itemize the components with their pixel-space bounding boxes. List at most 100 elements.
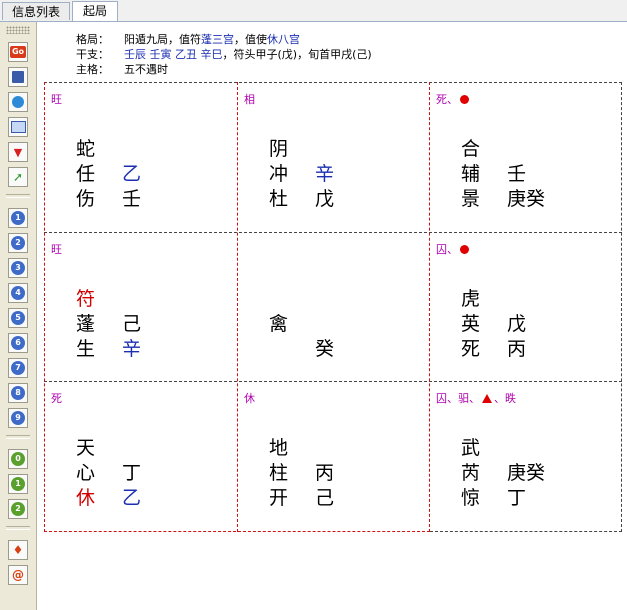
star: 任 [76, 163, 96, 185]
num-button-3[interactable]: 3 [8, 258, 28, 278]
star: 辅 [461, 163, 481, 185]
star-stem: 壬 [507, 163, 527, 185]
num-button-5[interactable]: 5 [8, 308, 28, 328]
gate-stem: 己 [315, 487, 335, 509]
palace-cell[interactable]: 旺 符 蓬 己 生 辛 [44, 232, 237, 381]
state-tail: 、昳 [494, 392, 516, 405]
arrow-up-right-icon: ➚ [12, 170, 24, 184]
screen-button[interactable] [8, 117, 28, 137]
number-4-icon: 4 [11, 286, 25, 300]
zhuge-label: 主格： [76, 63, 109, 76]
green-num-button-2[interactable]: 2 [8, 499, 28, 519]
pin-button[interactable]: ♦ [8, 540, 28, 560]
toolbar-grip[interactable] [6, 26, 30, 34]
num-button-4[interactable]: 4 [8, 283, 28, 303]
god: 武 [461, 437, 481, 459]
gate-stem: 庚癸 [507, 188, 546, 210]
palace-cell-center[interactable]: 禽 癸 [237, 232, 429, 381]
number-9-icon: 9 [11, 411, 25, 425]
gate-stem: 乙 [122, 487, 142, 509]
palace-cell[interactable]: 死 天 心 丁 休 乙 [44, 381, 237, 531]
cell-state: 旺 [51, 243, 62, 256]
cell-state: 旺 [51, 93, 62, 106]
toolbar-separator [6, 194, 30, 198]
star-stem: 辛 [315, 163, 335, 185]
num-button-9[interactable]: 9 [8, 408, 28, 428]
save-icon [12, 71, 24, 83]
state-text: 囚、驲、 [436, 392, 480, 405]
zhuge-value: 五不遇时 [124, 63, 168, 76]
number-7-icon: 7 [11, 361, 25, 375]
grid-line [621, 82, 622, 532]
grid-line [430, 531, 622, 532]
globe-button[interactable] [8, 92, 28, 112]
god: 符 [76, 288, 96, 310]
tab-qiju[interactable]: 起局 [72, 1, 118, 21]
gate-stem: 辛 [122, 338, 142, 360]
gate-stem: 壬 [122, 188, 142, 210]
geju-mid: ，值使 [234, 33, 267, 46]
cell-state: 死、 [436, 91, 469, 107]
chevron-down-icon: ▼ [13, 145, 23, 159]
number-1-icon: 1 [11, 477, 25, 491]
monitor-icon [10, 121, 26, 133]
go-button[interactable]: Go [8, 42, 28, 62]
red-dot-icon [460, 244, 469, 254]
god: 天 [76, 437, 96, 459]
gate-stem: 丙 [507, 338, 527, 360]
palace-cell[interactable]: 休 地 柱 丙 开 己 [237, 381, 429, 531]
gate-stem: 癸 [315, 338, 335, 360]
number-3-icon: 3 [11, 261, 25, 275]
save-button[interactable] [8, 67, 28, 87]
god: 地 [269, 437, 289, 459]
ganzhi-value: 壬辰 壬寅 乙丑 辛巳 [124, 48, 223, 61]
cell-state: 囚、 [436, 241, 469, 257]
green-num-button-1[interactable]: 1 [8, 474, 28, 494]
gate: 杜 [269, 188, 289, 210]
palace-cell[interactable]: 囚、驲、 、昳 武 芮 庚癸 惊 丁 [429, 381, 621, 531]
star-stem: 丁 [122, 462, 142, 484]
cell-state: 死 [51, 392, 62, 405]
gate-stem: 戊 [315, 188, 335, 210]
star: 蓬 [76, 313, 96, 335]
god: 合 [461, 138, 481, 160]
tab-bar: 信息列表 起局 [0, 0, 627, 22]
gate: 景 [461, 188, 481, 210]
number-6-icon: 6 [11, 336, 25, 350]
red-dot-icon [460, 94, 469, 104]
geju-shi: 休八宫 [267, 33, 300, 46]
green-num-button-0[interactable]: 0 [8, 449, 28, 469]
palace-cell[interactable]: 相 阴 冲 辛 杜 戊 [237, 82, 429, 232]
pin-icon: ♦ [12, 543, 24, 557]
num-button-8[interactable]: 8 [8, 383, 28, 403]
gate: 惊 [461, 487, 481, 509]
number-2-icon: 2 [11, 502, 25, 516]
info-geju: 格局： 阳遁九局，值符蓬三宫，值使休八宫 [76, 31, 300, 47]
nine-palace-grid: 旺 蛇 任乙 伤壬 相 阴 冲辛 杜戊 死、 合 辅壬 景庚癸 旺 符 蓬己 生… [44, 82, 622, 532]
spiral-button[interactable]: @ [8, 565, 28, 585]
god: 蛇 [76, 138, 96, 160]
num-button-1[interactable]: 1 [8, 208, 28, 228]
info-zhuge: 主格： 五不遇时 [76, 61, 168, 77]
toolbar-separator [6, 435, 30, 439]
palace-cell[interactable]: 死、 合 辅 壬 景 庚癸 [429, 82, 621, 232]
num-button-2[interactable]: 2 [8, 233, 28, 253]
state-text: 死、 [436, 93, 458, 106]
red-triangle-icon [482, 393, 492, 403]
star-stem: 己 [122, 313, 142, 335]
star: 禽 [269, 313, 289, 335]
number-5-icon: 5 [11, 311, 25, 325]
star-stem: 庚癸 [507, 462, 546, 484]
number-0-icon: 0 [11, 452, 25, 466]
num-button-6[interactable]: 6 [8, 333, 28, 353]
palace-cell[interactable]: 囚、 虎 英 戊 死 丙 [429, 232, 621, 381]
gate-stem: 丁 [507, 487, 527, 509]
dropdown-button[interactable]: ▼ [8, 142, 28, 162]
gate: 伤 [76, 188, 96, 210]
info-ganzhi: 干支： 壬辰 壬寅 乙丑 辛巳，符头甲子(戊)，旬首甲戌(己) [76, 46, 372, 62]
export-button[interactable]: ➚ [8, 167, 28, 187]
num-button-7[interactable]: 7 [8, 358, 28, 378]
palace-cell[interactable]: 旺 蛇 任 乙 伤 壬 [44, 82, 237, 232]
tab-info-list[interactable]: 信息列表 [2, 2, 70, 20]
star: 心 [76, 462, 96, 484]
